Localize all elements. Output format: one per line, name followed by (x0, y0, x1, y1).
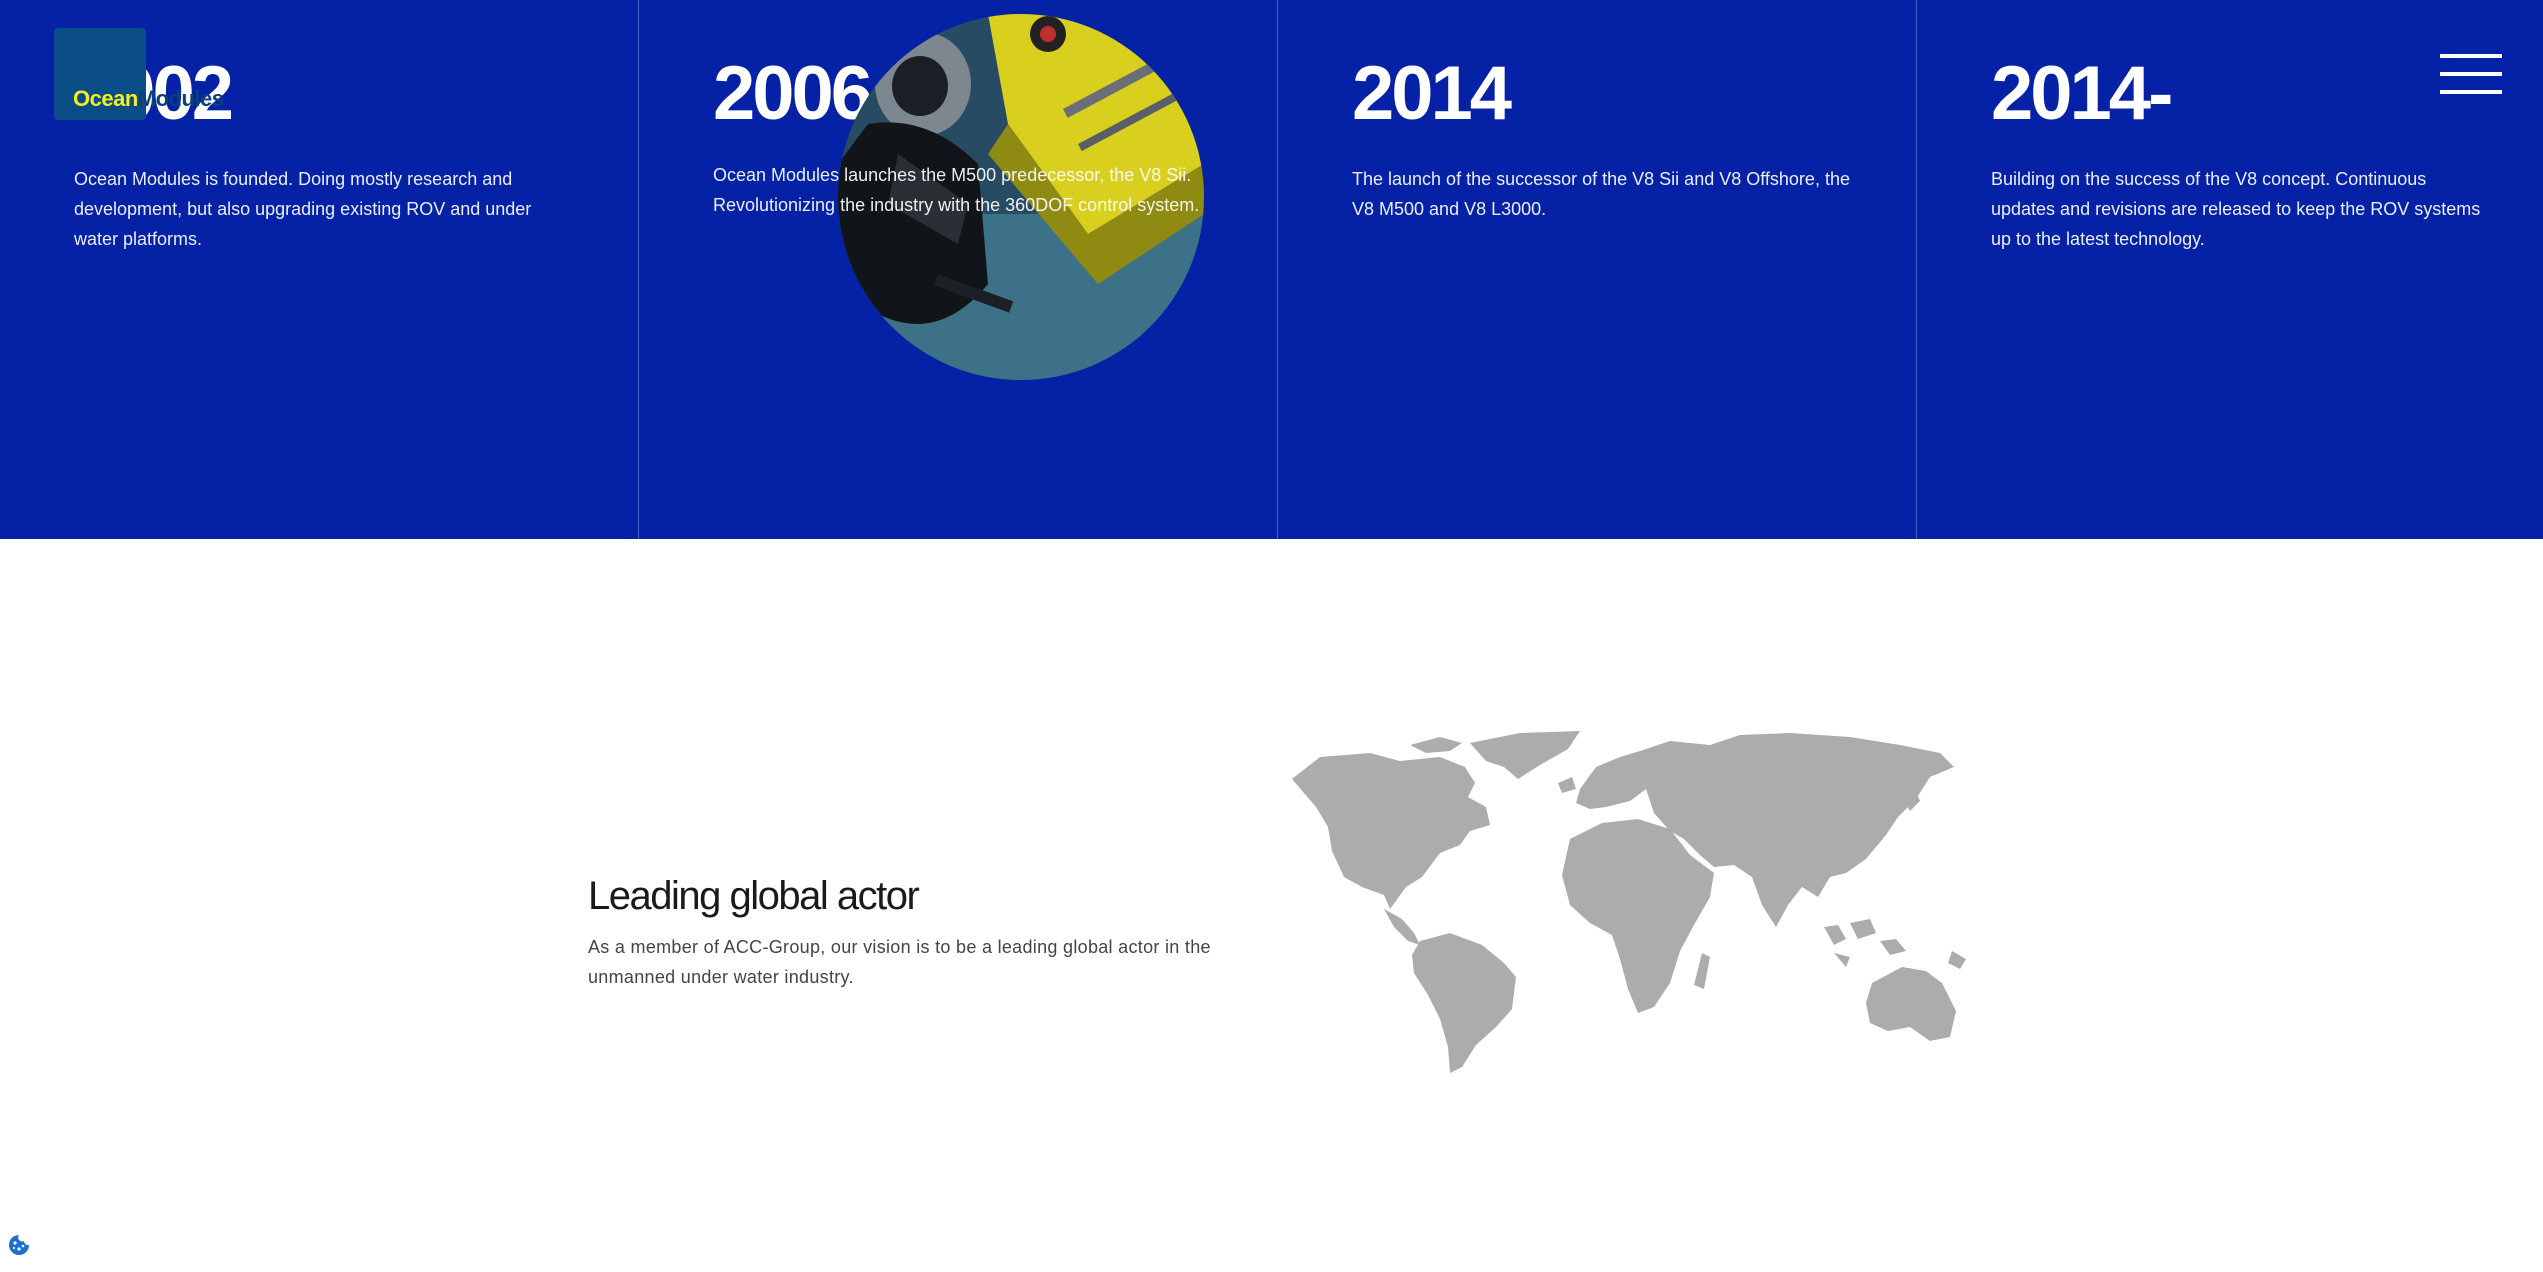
timeline-item-2014: 2014 The launch of the successor of the … (1278, 0, 1917, 539)
cookie-icon[interactable] (8, 1234, 30, 1256)
about-heading: Leading global actor (588, 874, 920, 918)
world-map (1290, 727, 1970, 1082)
about-text: As a member of ACC-Group, our vision is … (588, 937, 1211, 987)
brand-name-part2: Modules (137, 86, 224, 111)
timeline-description: Building on the success of the V8 concep… (1991, 169, 2481, 249)
timeline-description-2006: Ocean Modules launches the M500 predeces… (713, 165, 1200, 215)
brand-logo-text[interactable]: OceanModules (73, 86, 224, 112)
timeline-description: Ocean Modules is founded. Doing mostly r… (74, 169, 532, 249)
timeline-description: The launch of the successor of the V8 Si… (1352, 169, 1850, 219)
timeline-year: 2014 (1352, 51, 1512, 136)
about-section: Leading global actor As a member of ACC-… (588, 870, 1228, 992)
brand-name-part1: Ocean (73, 86, 138, 111)
hamburger-menu-icon[interactable] (2440, 50, 2502, 98)
timeline-section: 2002 Ocean Modules is founded. Doing mos… (0, 0, 2543, 539)
